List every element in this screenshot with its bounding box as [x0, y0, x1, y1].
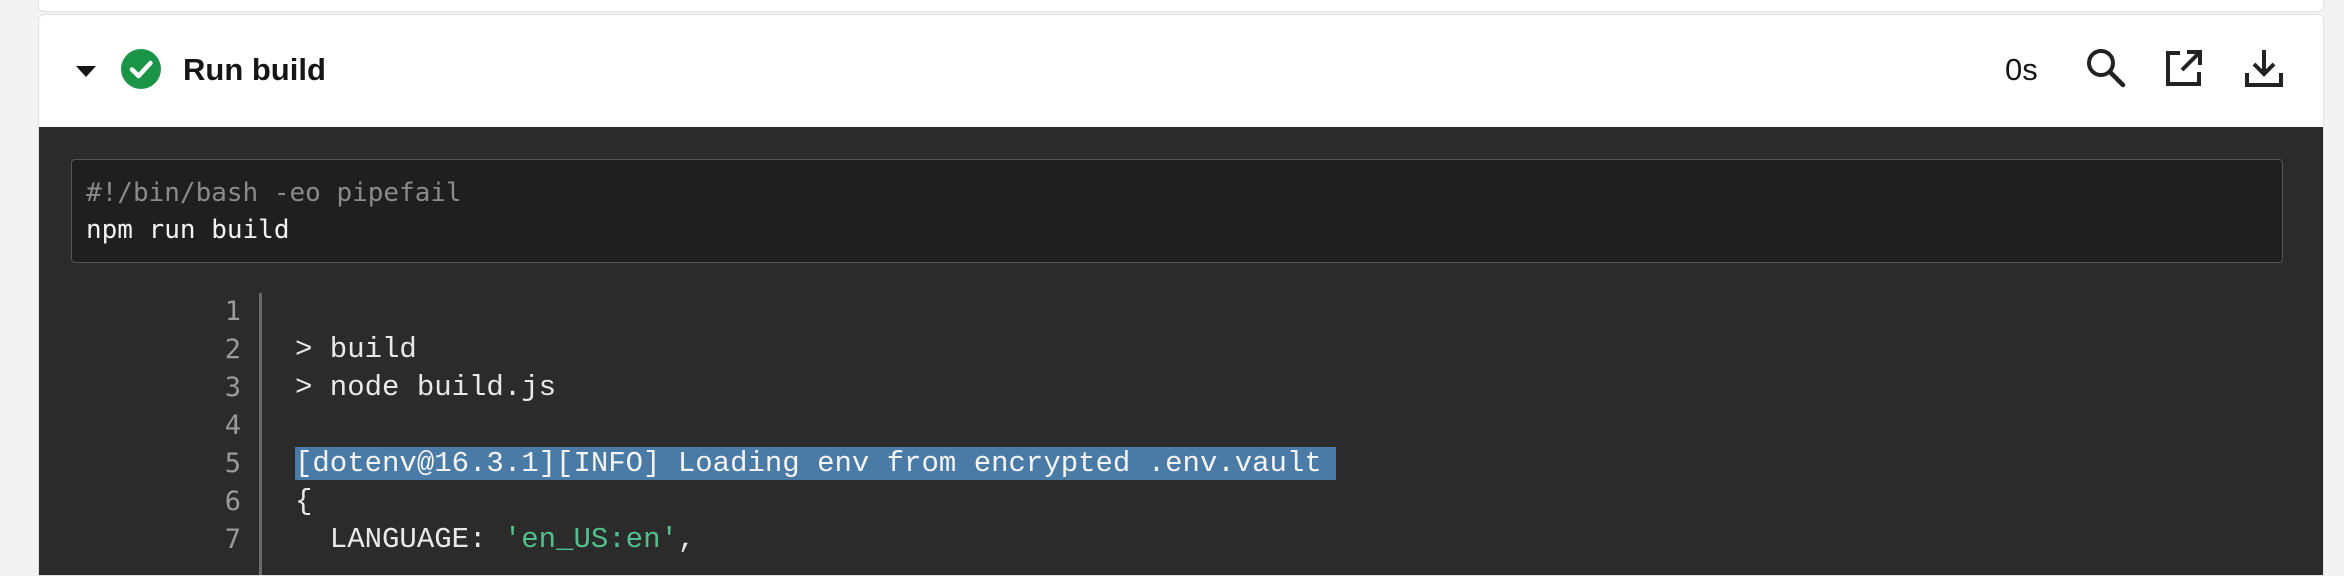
- log-line: 4: [39, 407, 2323, 445]
- line-number: 4: [224, 410, 241, 441]
- success-check-icon: [121, 49, 161, 89]
- log-line: 3 > node build.js: [39, 369, 2323, 407]
- open-new-window-icon[interactable]: [2161, 45, 2207, 91]
- step-header[interactable]: Run build 0s: [39, 15, 2323, 127]
- highlighted-line-text[interactable]: [dotenv@16.3.1][INFO] Loading env from e…: [295, 447, 1336, 480]
- line-number: 3: [224, 372, 241, 403]
- line-text: > node build.js: [295, 371, 557, 404]
- search-icon[interactable]: [2083, 45, 2129, 91]
- command-box: #!/bin/bash -eo pipefail npm run build: [71, 159, 2283, 263]
- line-number: 1: [224, 296, 241, 327]
- line-text: LANGUAGE: 'en_US:en',: [295, 521, 695, 559]
- line-number: 6: [224, 486, 241, 517]
- line-number: 7: [224, 524, 241, 555]
- step-title: Run build: [183, 52, 326, 87]
- log-line: 5 [dotenv@16.3.1][INFO] Loading env from…: [39, 445, 2323, 483]
- line-text: {: [295, 485, 313, 518]
- command-shebang: #!/bin/bash -eo pipefail: [86, 178, 462, 208]
- log-line: 7 LANGUAGE: 'en_US:en',: [39, 521, 2323, 559]
- command-text: npm run build: [86, 215, 290, 245]
- log-line: 6 {: [39, 483, 2323, 521]
- build-step-panel: Run build 0s #!/bin/bash -eo pipefail np…: [38, 14, 2324, 576]
- previous-step-card: [38, 0, 2324, 12]
- line-text: > build: [295, 333, 417, 366]
- json-punctuation: ,: [677, 523, 696, 556]
- line-number: 2: [224, 334, 241, 365]
- line-number: 5: [224, 448, 241, 479]
- log-line: 2 > build: [39, 331, 2323, 369]
- download-icon[interactable]: [2241, 45, 2287, 91]
- console-output: #!/bin/bash -eo pipefail npm run build 1…: [39, 127, 2323, 575]
- step-duration: 0s: [2005, 52, 2038, 87]
- caret-down-icon[interactable]: [76, 66, 96, 77]
- log-line: 1: [39, 293, 2323, 331]
- json-key: LANGUAGE:: [295, 523, 504, 556]
- json-string-value: 'en_US:en': [503, 523, 678, 556]
